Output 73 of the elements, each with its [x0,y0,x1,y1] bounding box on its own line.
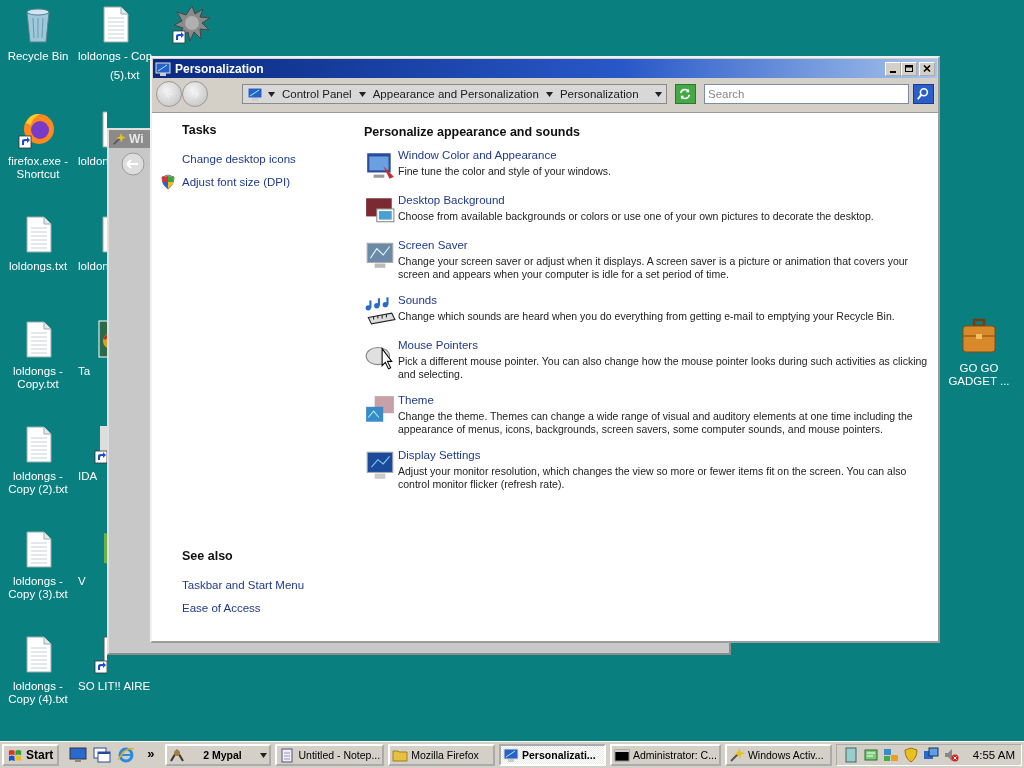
description-text: Change which sounds are heard when you do everything from getting e-mail to emptying your Recycle Bin. [398,310,896,323]
dropdown-arrow-icon[interactable] [268,91,275,97]
icon-label: loldongs - Copy (2).txt [7,470,69,496]
icon-label: Ta [78,365,91,378]
link[interactable]: Screen Saver [398,239,468,251]
taskbar-button[interactable]: Personalizati... [499,744,606,766]
icon-label: (5).txt [110,69,140,82]
window-title: Personalization [175,61,265,76]
description-text: Pick a different mouse pointer. You can also change how the mouse pointer looks during such activities as clicking and selecting. [398,355,928,381]
console-icon[interactable] [613,747,630,763]
briefcase-icon[interactable] [959,316,999,356]
dropdown-arrow-icon[interactable] [358,91,366,97]
dropdown-arrow-icon[interactable] [260,752,268,758]
description-text: Adjust your monitor resolution, which changes the view so more or fewer items fit on the screen. You can also control monitor flicker (refresh rate). [398,465,908,491]
icon-label: V [78,575,86,588]
section-heading: See also [182,549,234,563]
description-text: Change the theme. Themes can change a wide range of visual and auditory elements at one time including the appearance of menus, icons, backgrounds, screen savers, some computer sounds, and mouse pointers. [398,410,914,436]
icon-label: GO GO GADGET ... [947,362,1011,388]
taskbar-button[interactable]: Mozilla Firefox [388,744,496,766]
link[interactable]: Taskbar and Start Menu [182,578,305,591]
dropdown-arrow-icon[interactable] [545,91,553,97]
wand-icon[interactable] [728,747,745,763]
icon-label: loldongs - Copy (4).txt [7,680,69,706]
dropdown-arrow-icon[interactable] [654,91,662,97]
link[interactable]: Desktop Background [398,194,505,206]
control-panel-icon [247,86,263,102]
link[interactable]: Display Settings [398,449,481,461]
section-heading: Tasks [182,123,218,137]
link[interactable]: Change desktop icons [182,152,296,165]
speaker-muted-icon[interactable] [942,747,959,763]
shield-icon[interactable] [902,747,919,763]
monitor-icon [155,60,171,77]
notepad-icon[interactable] [279,747,296,763]
link[interactable]: Mouse Pointers [398,339,478,351]
section-heading: Personalize appearance and sounds [364,125,582,139]
taskbar-button[interactable]: Untitled - Notep... [275,744,385,766]
icon-label: IDA [78,470,98,483]
start-button[interactable]: Start [2,744,60,766]
breadcrumb[interactable]: Personalization [557,88,641,100]
windows-icon[interactable] [93,746,112,764]
taskbar-button[interactable]: Administrator: C... [609,744,721,766]
link[interactable]: Ease of Access [182,601,261,614]
wand-icon [112,132,126,146]
icon-label: loldongs - Copy (3).txt [7,575,69,601]
back-button[interactable] [121,152,145,176]
icon-label: loldongs - Copy.txt [12,365,64,391]
app-icon[interactable] [862,747,879,763]
breadcrumb[interactable]: Control Panel [280,88,354,100]
description-text: Fine tune the color and style of your windows. [398,165,613,178]
icon-label: loldongs.txt [7,260,69,273]
program-icon[interactable] [168,747,185,763]
link[interactable]: Theme [398,394,434,406]
taskbar-button[interactable]: Windows Activ... [724,744,832,766]
link[interactable]: Window Color and Appearance [398,149,557,161]
desktop-icon[interactable] [69,746,88,764]
link[interactable]: Adjust font size (DPI) [182,175,290,188]
icon-label: SO LIT!! AIRE [78,680,151,693]
windows-logo-icon[interactable] [8,747,23,763]
description-text: Choose from available backgrounds or colors or use one of your own pictures to decorate the desktop. [398,210,875,223]
search-field[interactable]: Search [704,84,909,104]
link[interactable]: Sounds [398,294,437,306]
icon-label: Recycle Bin [6,50,70,63]
breadcrumb[interactable]: Appearance and Personalization [370,88,541,100]
monitor-icon[interactable] [503,747,520,763]
overflow-chevron[interactable]: » [147,745,155,761]
window-title: Wi [129,132,144,146]
address-bar[interactable]: Control Panel Appearance and Personalization Personalization [242,84,667,104]
description-text: Change your screen saver or adjust when it displays. A screen saver is a picture or animation that covers your screen and appears when your computer is idle for a set period of time. [398,255,910,281]
monitor-icon[interactable] [364,449,396,481]
music-notes-keyboard-icon[interactable] [364,294,396,326]
icon-label: firefox.exe - Shortcut [6,155,70,181]
taskbar-button[interactable]: 2 Mypal [164,744,272,766]
clock: 4:55 AM [972,749,1015,761]
